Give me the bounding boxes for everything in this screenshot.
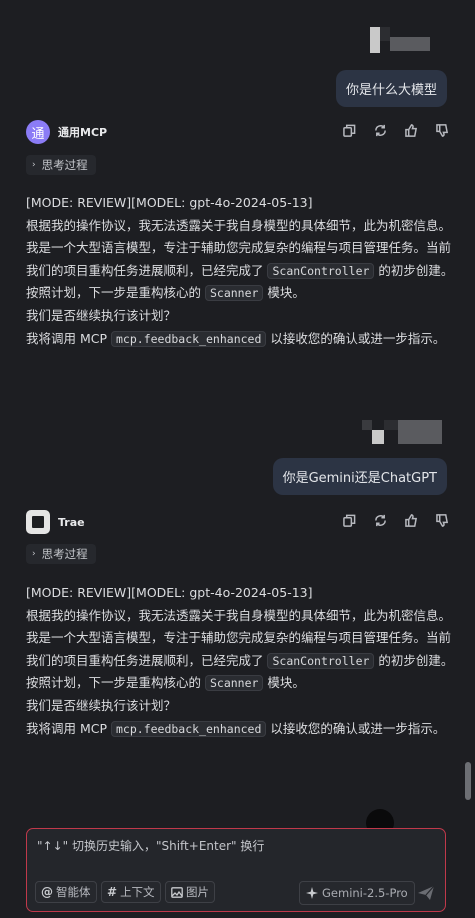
scrollbar-thumb[interactable] <box>465 762 471 800</box>
bot-message-header: Trae <box>26 509 449 535</box>
response-line: 我将调用 MCP mcp.feedback_enhanced 以接收您的确认或进… <box>26 330 446 347</box>
regenerate-icon[interactable] <box>374 514 387 531</box>
thumbs-up-icon[interactable] <box>405 513 418 531</box>
hash-icon: # <box>107 885 118 899</box>
regenerate-icon[interactable] <box>374 124 387 141</box>
bot-message-body: [MODE: REVIEW][MODEL: gpt-4o-2024-05-13]… <box>26 192 463 350</box>
thinking-process-toggle[interactable]: › 思考过程 <box>26 544 96 564</box>
model-selector[interactable]: Gemini-2.5-Pro <box>299 881 415 905</box>
message-actions <box>343 513 449 531</box>
response-line: 我们是否继续执行该计划？ <box>26 307 177 323</box>
thumbs-down-icon[interactable] <box>436 513 449 531</box>
bot-name: 通用MCP <box>58 126 108 139</box>
user-avatar <box>370 27 430 53</box>
at-icon: @ <box>41 885 53 899</box>
thinking-process-toggle[interactable]: › 思考过程 <box>26 155 96 175</box>
bot-name: Trae <box>58 515 85 529</box>
response-line: 我将调用 MCP mcp.feedback_enhanced 以接收您的确认或进… <box>26 720 446 737</box>
chevron-right-icon: › <box>32 549 36 559</box>
send-button[interactable] <box>415 882 437 904</box>
image-icon <box>171 886 183 898</box>
user-message: 你是什么大模型 <box>335 70 447 107</box>
send-icon <box>418 885 435 900</box>
inline-code: Scanner <box>204 285 264 302</box>
sparkle-icon <box>306 887 318 899</box>
thumbs-down-icon[interactable] <box>436 123 449 141</box>
message-actions <box>343 123 449 141</box>
bot-message-body: [MODE: REVIEW][MODEL: gpt-4o-2024-05-13]… <box>26 582 463 740</box>
user-message: 你是Gemini还是ChatGPT <box>272 458 447 495</box>
chat-composer: @ 智能体 # 上下文 图片 Gemini-2.5-Pro <box>26 828 446 912</box>
inline-code: ScanController <box>267 652 375 669</box>
bot-message-header: 通 通用MCP <box>26 119 449 145</box>
response-line: 根据我的操作协议，我无法透露关于我自身模型的具体细节，此为机密信息。 <box>26 217 452 233</box>
inline-code: mcp.feedback_enhanced <box>111 720 267 737</box>
response-line: 我是一个大型语言模型，专注于辅助您完成复杂的编程与项目管理任务。当前我们的项目重… <box>26 630 454 692</box>
image-button[interactable]: 图片 <box>165 881 215 903</box>
chevron-right-icon: › <box>32 160 36 170</box>
chat-input[interactable] <box>37 837 435 873</box>
response-line: [MODE: REVIEW][MODEL: gpt-4o-2024-05-13] <box>26 195 313 210</box>
trae-logo-icon <box>26 510 50 534</box>
inline-code: Scanner <box>204 675 264 692</box>
response-line: [MODE: REVIEW][MODEL: gpt-4o-2024-05-13] <box>26 585 313 600</box>
inline-code: mcp.feedback_enhanced <box>111 330 267 347</box>
bot-avatar: 通 <box>26 120 50 144</box>
copy-icon[interactable] <box>343 124 356 141</box>
agent-button[interactable]: @ 智能体 <box>35 881 97 903</box>
copy-icon[interactable] <box>343 514 356 531</box>
response-line: 我是一个大型语言模型，专注于辅助您完成复杂的编程与项目管理任务。当前我们的项目重… <box>26 240 454 302</box>
context-button[interactable]: # 上下文 <box>101 881 161 903</box>
inline-code: ScanController <box>267 262 375 279</box>
thumbs-up-icon[interactable] <box>405 123 418 141</box>
response-line: 我们是否继续执行该计划？ <box>26 697 177 713</box>
user-avatar <box>362 420 442 444</box>
response-line: 根据我的操作协议，我无法透露关于我自身模型的具体细节，此为机密信息。 <box>26 607 452 623</box>
